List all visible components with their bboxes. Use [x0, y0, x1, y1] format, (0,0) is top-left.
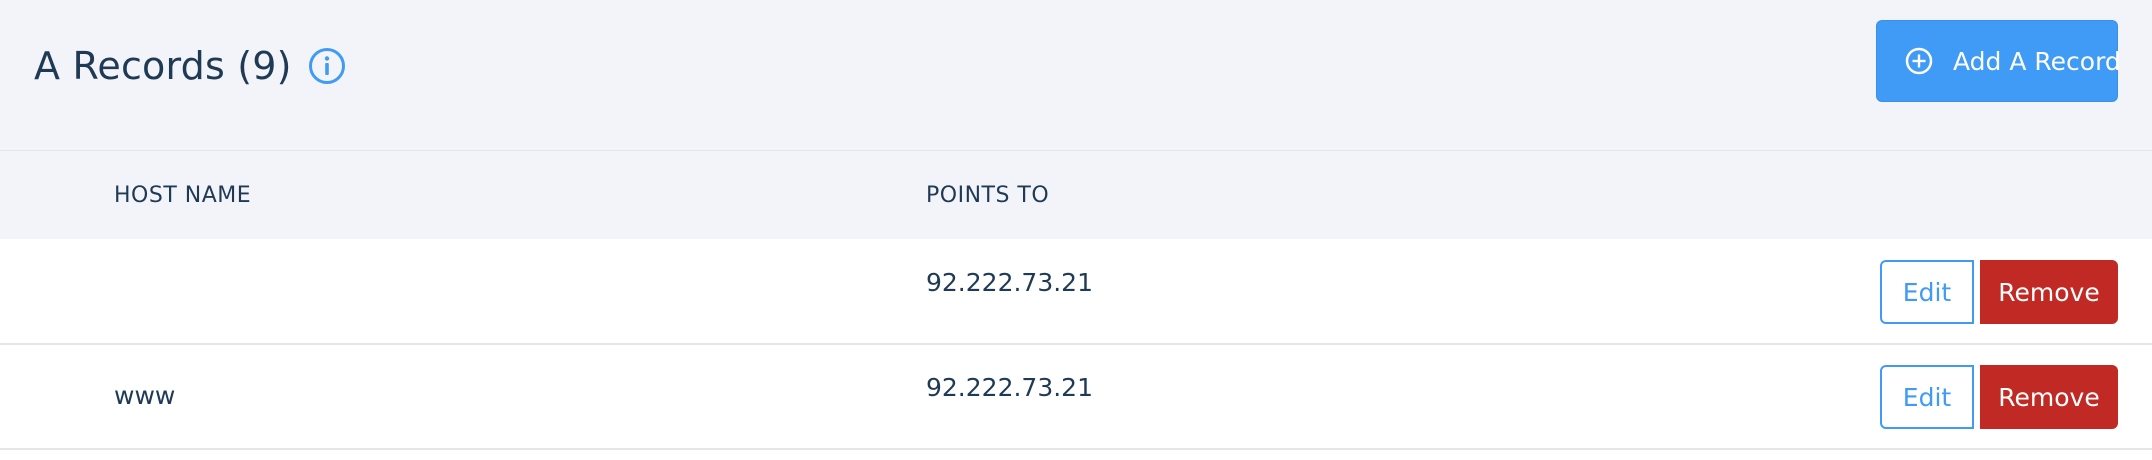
add-a-record-button[interactable]: Add A Record — [1876, 20, 2121, 102]
page-title-text: A Records (9) — [34, 44, 292, 88]
column-header-host-name: HOST NAME — [114, 183, 252, 208]
a-records-panel: A Records (9) Add A Record HOST NAME POI… — [0, 0, 2152, 460]
host-name-cell: www — [114, 381, 176, 410]
info-icon[interactable] — [308, 47, 346, 85]
points-to-cell: 92.222.73.21 — [926, 373, 1093, 402]
remove-button[interactable]: Remove — [1980, 260, 2118, 324]
records-header: A Records (9) Add A Record — [0, 0, 2152, 151]
edit-button[interactable]: Edit — [1880, 365, 1974, 429]
plus-circle-icon — [1905, 47, 1933, 75]
remove-button[interactable]: Remove — [1980, 365, 2118, 429]
table-row: 92.222.73.21 Edit Remove — [0, 240, 2152, 345]
table-header: HOST NAME POINTS TO — [0, 151, 2152, 239]
edit-button[interactable]: Edit — [1880, 260, 1974, 324]
add-a-record-label: Add A Record — [1953, 46, 2121, 76]
points-to-cell: 92.222.73.21 — [926, 268, 1093, 297]
page-title: A Records (9) — [34, 38, 346, 94]
column-header-points-to: POINTS TO — [926, 183, 1050, 208]
table-row: www 92.222.73.21 Edit Remove — [0, 345, 2152, 450]
